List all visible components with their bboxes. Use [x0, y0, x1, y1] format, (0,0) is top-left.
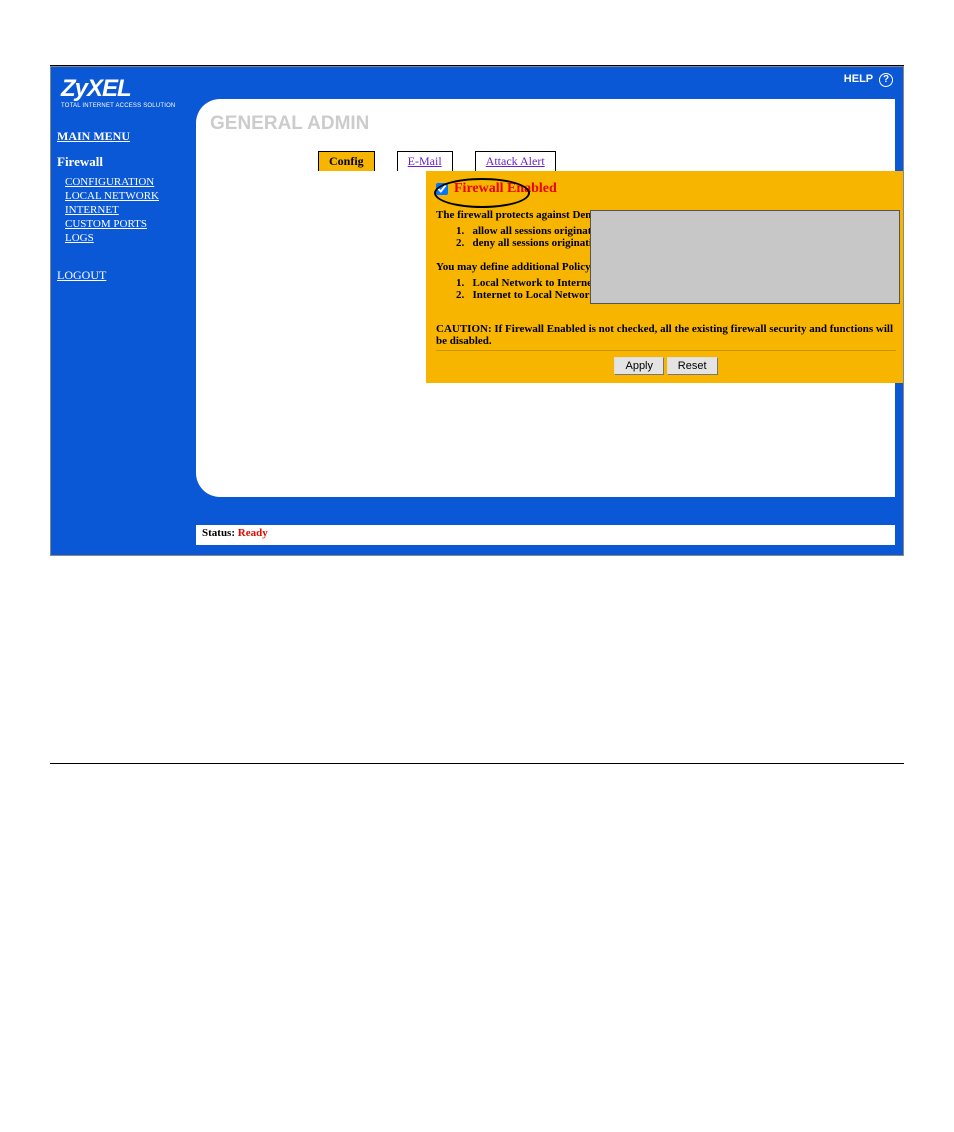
- firewall-enabled-checkbox[interactable]: [436, 183, 448, 195]
- sidebar-section-firewall: Firewall: [57, 154, 192, 170]
- tab-email-label: E-Mail: [408, 154, 442, 168]
- tab-attack-alert-label: Attack Alert: [486, 154, 545, 168]
- tab-email[interactable]: E-Mail: [397, 151, 453, 171]
- router-admin-screenshot: HELP ? ZyXEL TOTAL INTERNET ACCESS SOLUT…: [50, 66, 904, 556]
- sidebar-item-custom-ports[interactable]: CUSTOM PORTS: [65, 218, 192, 230]
- sidebar-item-local-network[interactable]: LOCAL NETWORK: [65, 190, 192, 202]
- rule-2-text: deny all sessions originating: [473, 237, 604, 249]
- bottom-rule: [50, 763, 904, 764]
- sidebar-logout[interactable]: LOGOUT: [57, 268, 192, 283]
- content-area: GENERAL ADMIN Config E-Mail Attack Alert…: [196, 99, 895, 497]
- status-label: Status:: [202, 527, 235, 539]
- help-icon: ?: [879, 73, 893, 87]
- tab-config[interactable]: Config: [318, 151, 375, 171]
- tab-attack-alert[interactable]: Attack Alert: [475, 151, 556, 171]
- tabstrip: Config E-Mail Attack Alert: [318, 151, 887, 171]
- tab-config-label: Config: [329, 154, 364, 168]
- caution-text: CAUTION: If Firewall Enabled is not chec…: [436, 323, 896, 351]
- reset-button[interactable]: Reset: [667, 357, 718, 375]
- sidebar-main-menu[interactable]: MAIN MENU: [57, 129, 192, 144]
- rule-1-text: allow all sessions originatin: [473, 225, 601, 237]
- apply-button[interactable]: Apply: [614, 357, 664, 375]
- status-value: Ready: [238, 527, 268, 539]
- sidebar-item-logs[interactable]: LOGS: [65, 232, 192, 244]
- firewall-enabled-label: Firewall Enabled: [454, 181, 557, 197]
- sidebar: MAIN MENU Firewall CONFIGURATION LOCAL N…: [57, 129, 192, 283]
- sidebar-item-configuration[interactable]: CONFIGURATION: [65, 176, 192, 188]
- help-label: HELP: [844, 73, 873, 85]
- config-panel: Firewall Enabled The firewall protects a…: [426, 171, 904, 383]
- help-link[interactable]: HELP ?: [844, 73, 893, 87]
- page-title: GENERAL ADMIN: [210, 113, 887, 135]
- callout-overlay-box: [590, 210, 900, 304]
- brand-logo: ZyXEL: [51, 67, 903, 103]
- sidebar-item-internet[interactable]: INTERNET: [65, 204, 192, 216]
- status-bar: Status: Ready: [196, 525, 895, 545]
